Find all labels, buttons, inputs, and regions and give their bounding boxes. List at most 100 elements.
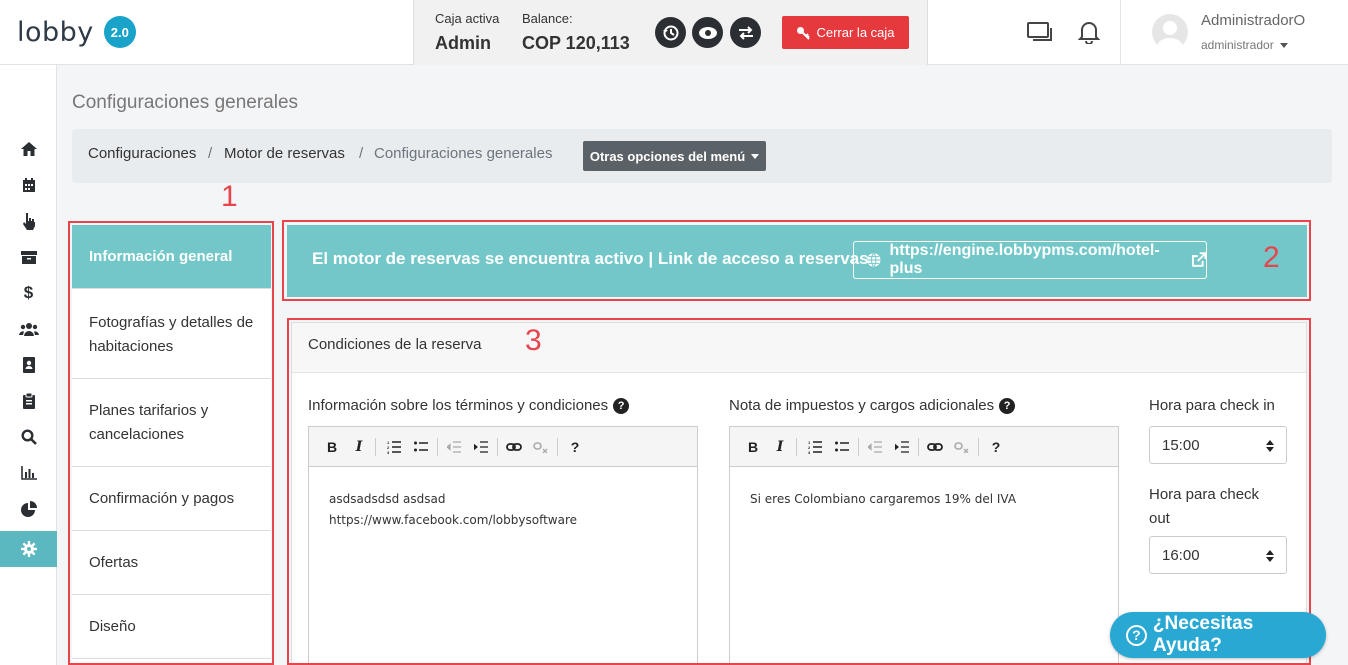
sidebar-item-settings[interactable] xyxy=(0,531,57,567)
ordered-list-icon: 123 xyxy=(387,440,401,454)
ordered-list-icon: 123 xyxy=(808,440,822,454)
indent-button[interactable] xyxy=(471,437,491,457)
bullet-list-button[interactable] xyxy=(411,437,431,457)
bar-chart-icon xyxy=(20,466,37,480)
version-badge: 2.0 xyxy=(103,16,136,48)
outdent-button[interactable] xyxy=(444,437,464,457)
annotation-number-1: 1 xyxy=(221,180,238,213)
ordered-list-button[interactable]: 123 xyxy=(384,437,404,457)
taxes-editor: B I 123 ? Si eres Colombiano cargaremos … xyxy=(729,426,1119,665)
italic-button[interactable]: I xyxy=(770,437,790,457)
bullet-list-icon xyxy=(835,441,849,452)
outdent-button[interactable] xyxy=(865,437,885,457)
unlink-button[interactable] xyxy=(952,437,972,457)
help-button[interactable]: ? ¿Necesitas Ayuda? xyxy=(1110,612,1326,658)
other-menu-options-button[interactable]: Otras opciones del menú xyxy=(583,141,766,171)
indent-icon xyxy=(895,441,909,453)
settings-nav-label: Ofertas xyxy=(89,553,139,571)
sidebar-item-reports[interactable] xyxy=(0,455,57,491)
logo[interactable]: lobby 2.0 xyxy=(17,16,136,48)
breadcrumb-item-engine[interactable]: Motor de reservas xyxy=(224,145,345,162)
indent-button[interactable] xyxy=(892,437,912,457)
bold-button[interactable]: B xyxy=(322,437,342,457)
user-menu[interactable]: AdministradorO administrador xyxy=(1120,0,1348,65)
contact-book-icon xyxy=(22,357,35,373)
ordered-list-button[interactable]: 123 xyxy=(805,437,825,457)
sidebar-item-contacts[interactable] xyxy=(0,347,57,383)
toolbar-divider xyxy=(497,438,498,456)
sidebar-item-calendar[interactable] xyxy=(0,167,57,203)
taxes-editor-content[interactable]: Si eres Colombiano cargaremos 19% del IV… xyxy=(750,489,1016,510)
sidebar-item-finance[interactable]: $ xyxy=(0,275,57,311)
settings-nav-item-rate-plans[interactable]: Planes tarifarios y cancelaciones xyxy=(72,379,271,467)
unlink-button[interactable] xyxy=(531,437,551,457)
chevron-down-icon xyxy=(751,153,760,159)
terms-editor-content[interactable]: asdsadsdsd asdsad https://www.facebook.c… xyxy=(329,489,577,531)
engine-status-banner: El motor de reservas se encuentra activo… xyxy=(287,225,1307,297)
breadcrumb-separator: / xyxy=(208,145,213,162)
balance-value: COP 120,113 xyxy=(522,33,630,53)
unlink-icon xyxy=(954,442,969,453)
settings-nav-item-general-info[interactable]: Información general xyxy=(72,225,271,289)
settings-nav-item-photos[interactable]: Fotografías y detalles de habitaciones xyxy=(72,291,271,379)
question-circle-icon: ? xyxy=(1126,624,1147,646)
toolbar-divider xyxy=(978,438,979,456)
top-bar: lobby 2.0 Caja activa Admin Balance: COP… xyxy=(0,0,1348,65)
history-button[interactable] xyxy=(655,17,686,48)
editor-help-button[interactable]: ? xyxy=(986,437,1006,457)
close-cashbox-button[interactable]: Cerrar la caja xyxy=(782,16,909,49)
messages-button[interactable] xyxy=(1027,22,1055,49)
toolbar-divider xyxy=(437,438,438,456)
bullet-list-button[interactable] xyxy=(832,437,852,457)
sidebar-item-guests[interactable] xyxy=(0,311,57,347)
sidebar-item-home[interactable] xyxy=(0,131,57,167)
select-arrows-icon xyxy=(1266,550,1274,562)
gear-icon xyxy=(20,541,37,557)
toolbar-divider xyxy=(796,438,797,456)
settings-nav-item-confirmation[interactable]: Confirmación y pagos xyxy=(72,467,271,531)
terms-editor: B I 123 ? asdsadsdsd asdsad https://www.… xyxy=(308,426,698,665)
settings-nav-label: Información general xyxy=(89,247,233,265)
users-icon xyxy=(18,323,39,336)
editor-help-button[interactable]: ? xyxy=(565,437,585,457)
breadcrumb-item-configurations[interactable]: Configuraciones xyxy=(88,145,196,162)
bold-button[interactable]: B xyxy=(743,437,763,457)
settings-nav-item-offers[interactable]: Ofertas xyxy=(72,531,271,595)
settings-nav-label: Fotografías y detalles de habitaciones xyxy=(89,313,254,355)
history-icon xyxy=(662,25,678,40)
checkout-label-line: out xyxy=(1149,510,1170,527)
terms-label-text: Información sobre los términos y condici… xyxy=(308,397,609,414)
balance-label: Balance: xyxy=(522,11,573,26)
link-button[interactable] xyxy=(504,437,524,457)
taxes-label-text: Nota de impuestos y cargos adicionales xyxy=(729,397,995,414)
sidebar-item-statistics[interactable] xyxy=(0,491,57,527)
external-link-icon xyxy=(1191,252,1206,267)
svg-text:3: 3 xyxy=(387,450,390,454)
checkin-time-select[interactable]: 15:00 xyxy=(1149,426,1287,464)
card-header: Condiciones de la reserva xyxy=(292,323,1306,373)
booking-engine-link[interactable]: https://engine.lobbypms.com/hotel-plus xyxy=(853,241,1207,279)
sidebar-item-search[interactable] xyxy=(0,419,57,455)
key-icon xyxy=(797,26,811,40)
other-menu-options-label: Otras opciones del menú xyxy=(589,148,746,164)
logo-text: lobby xyxy=(17,16,94,48)
chat-icon xyxy=(1027,22,1052,41)
pie-chart-icon xyxy=(20,501,37,517)
notifications-button[interactable] xyxy=(1077,20,1101,49)
settings-nav-item-design[interactable]: Diseño xyxy=(72,595,271,659)
sidebar-item-tasks[interactable] xyxy=(0,383,57,419)
transfer-button[interactable] xyxy=(730,17,761,48)
svg-text:3: 3 xyxy=(808,450,811,454)
sidebar-item-pointer[interactable] xyxy=(0,203,57,239)
checkout-time-select[interactable]: 16:00 xyxy=(1149,536,1287,574)
dollar-icon: $ xyxy=(23,283,34,302)
hand-pointer-icon xyxy=(22,213,35,230)
view-button[interactable] xyxy=(692,17,723,48)
settings-nav: Información general Fotografías y detall… xyxy=(72,225,271,665)
sidebar-item-archive[interactable] xyxy=(0,239,57,275)
italic-button[interactable]: I xyxy=(349,437,369,457)
question-circle-icon[interactable]: ? xyxy=(999,397,1016,414)
terms-line: asdsadsdsd asdsad xyxy=(329,492,446,506)
link-button[interactable] xyxy=(925,437,945,457)
question-circle-icon[interactable]: ? xyxy=(613,397,630,414)
